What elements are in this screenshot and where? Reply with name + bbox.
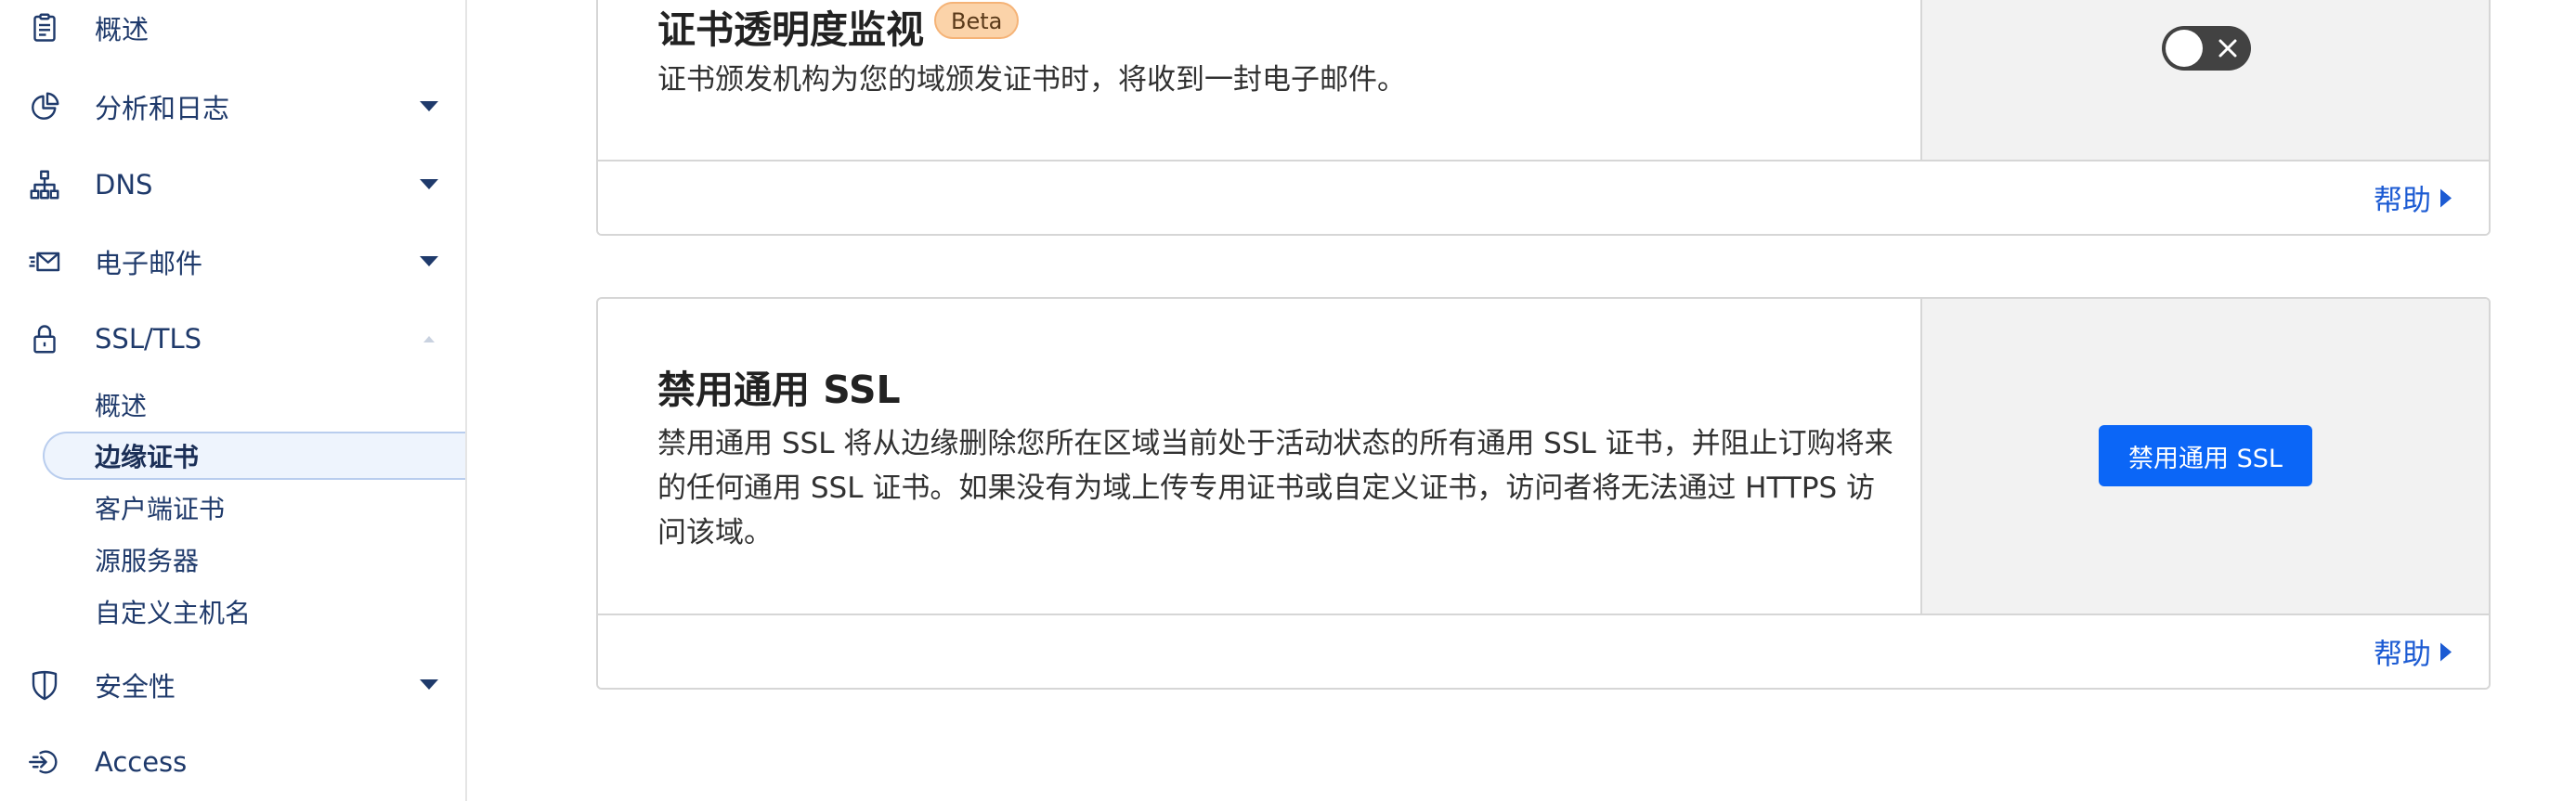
- sidebar-item-security[interactable]: 安全性: [0, 652, 465, 717]
- ct-monitoring-main: 证书透明度监视 Beta 证书颁发机构为您的域颁发证书时，将收到一封电子邮件。: [598, 0, 1922, 163]
- ct-monitoring-card: 证书透明度监视 Beta 证书颁发机构为您的域颁发证书时，将收到一封电子邮件。 …: [596, 0, 2491, 236]
- sidebar-subitem-label: 边缘证书: [95, 442, 200, 472]
- ct-monitoring-toggle[interactable]: [2162, 26, 2251, 71]
- sidebar-item-ssl-tls[interactable]: SSL/TLS: [0, 306, 465, 371]
- sidebar-item-access[interactable]: Access: [0, 730, 465, 795]
- sidebar-item-analytics-logs[interactable]: 分析和日志: [0, 74, 465, 139]
- clipboard-icon: [26, 9, 63, 46]
- disable-universal-ssl-footer: 帮助: [598, 614, 2489, 688]
- disable-universal-ssl-button[interactable]: 禁用通用 SSL: [2099, 425, 2312, 486]
- chevron-down-icon: [420, 179, 438, 189]
- sidebar-subitem-ssl-overview[interactable]: 概述: [43, 381, 465, 429]
- shield-icon: [26, 666, 63, 704]
- help-label: 帮助: [2374, 184, 2431, 218]
- sidebar-subitem-label: 客户端证书: [95, 494, 226, 524]
- pie-chart-icon: [26, 88, 63, 125]
- lock-icon: [26, 320, 63, 357]
- chevron-down-icon: [420, 101, 438, 111]
- ct-monitoring-description: 证书颁发机构为您的域颁发证书时，将收到一封电子邮件。: [657, 63, 1406, 97]
- sidebar-item-dns[interactable]: DNS: [0, 152, 465, 217]
- help-label: 帮助: [2374, 638, 2431, 672]
- sidebar-item-label: SSL/TLS: [95, 323, 202, 355]
- sidebar-subitem-custom-hostnames[interactable]: 自定义主机名: [43, 588, 465, 636]
- sidebar-item-email[interactable]: 电子邮件: [0, 229, 465, 294]
- sidebar-subitem-label: 源服务器: [95, 546, 200, 576]
- app-root: 概述 分析和日志 DNS 电子邮件 SSL/TLS 概述 边缘证书 客户端证书 …: [0, 0, 2576, 801]
- network-icon: [26, 166, 63, 203]
- chevron-up-icon: [423, 336, 435, 342]
- sidebar: 概述 分析和日志 DNS 电子邮件 SSL/TLS 概述 边缘证书 客户端证书 …: [0, 0, 467, 801]
- disable-universal-ssl-help-link[interactable]: 帮助: [2374, 631, 2453, 673]
- chevron-right-icon: [2440, 188, 2452, 207]
- sidebar-item-label: DNS: [95, 169, 153, 200]
- sidebar-item-label: 分析和日志: [95, 93, 230, 124]
- chevron-down-icon: [420, 256, 438, 266]
- sidebar-subitem-edge-certificates[interactable]: 边缘证书: [43, 432, 465, 480]
- sidebar-subitem-origin-server[interactable]: 源服务器: [43, 536, 465, 584]
- disable-universal-ssl-description: 禁用通用 SSL 将从边缘删除您所在区域当前处于活动状态的所有通用 SSL 证书…: [657, 427, 1893, 549]
- ct-monitoring-title: 证书透明度监视: [657, 7, 924, 52]
- beta-badge: Beta: [934, 2, 1020, 39]
- ct-monitoring-control-panel: [1922, 0, 2489, 163]
- disable-universal-ssl-control-panel: 禁用通用 SSL: [1922, 299, 2489, 617]
- sidebar-item-overview[interactable]: 概述: [0, 0, 465, 60]
- access-icon: [26, 743, 63, 781]
- ct-monitoring-help-link[interactable]: 帮助: [2374, 177, 2453, 219]
- sidebar-subitem-label: 概述: [95, 391, 148, 421]
- sidebar-item-label: 安全性: [95, 671, 176, 703]
- sidebar-item-label: 概述: [95, 14, 150, 45]
- sidebar-item-label: Access: [95, 746, 188, 778]
- sidebar-subitem-label: 自定义主机名: [95, 598, 252, 628]
- chevron-right-icon: [2440, 642, 2452, 661]
- sidebar-item-label: 电子邮件: [95, 248, 203, 279]
- close-icon: [2218, 39, 2237, 58]
- toggle-knob: [2166, 30, 2203, 67]
- disable-universal-ssl-card: 禁用通用 SSL 禁用通用 SSL 将从边缘删除您所在区域当前处于活动状态的所有…: [596, 297, 2491, 690]
- chevron-down-icon: [420, 679, 438, 690]
- email-icon: [26, 243, 63, 280]
- disable-universal-ssl-main: 禁用通用 SSL 禁用通用 SSL 将从边缘删除您所在区域当前处于活动状态的所有…: [598, 299, 1922, 617]
- ct-monitoring-footer: 帮助: [598, 160, 2489, 234]
- disable-universal-ssl-title: 禁用通用 SSL: [657, 368, 901, 412]
- sidebar-subitem-client-certificates[interactable]: 客户端证书: [43, 484, 465, 532]
